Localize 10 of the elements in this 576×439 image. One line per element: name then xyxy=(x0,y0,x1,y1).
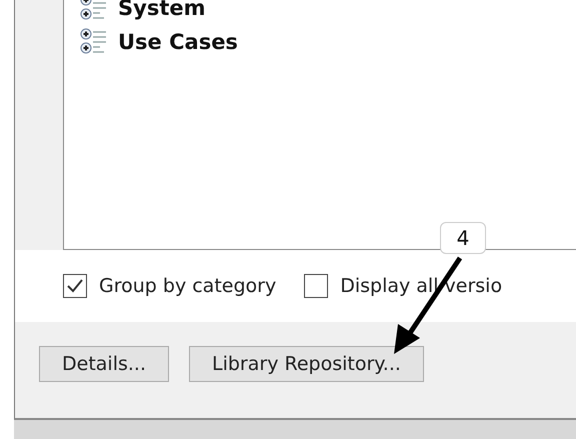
checkbox-label[interactable]: Display all versio xyxy=(340,275,502,297)
library-repository-button[interactable]: Library Repository... xyxy=(189,346,424,382)
checkbox[interactable] xyxy=(304,274,328,298)
tree-node-icon[interactable] xyxy=(80,0,108,22)
tree-node-icon[interactable] xyxy=(80,28,108,56)
checkbox-label[interactable]: Group by category xyxy=(99,275,276,297)
checkbox[interactable] xyxy=(63,274,87,298)
details-button[interactable]: Details... xyxy=(39,346,169,382)
tree-item-label[interactable]: Use Cases xyxy=(118,30,238,54)
callout-badge: 4 xyxy=(440,222,486,254)
